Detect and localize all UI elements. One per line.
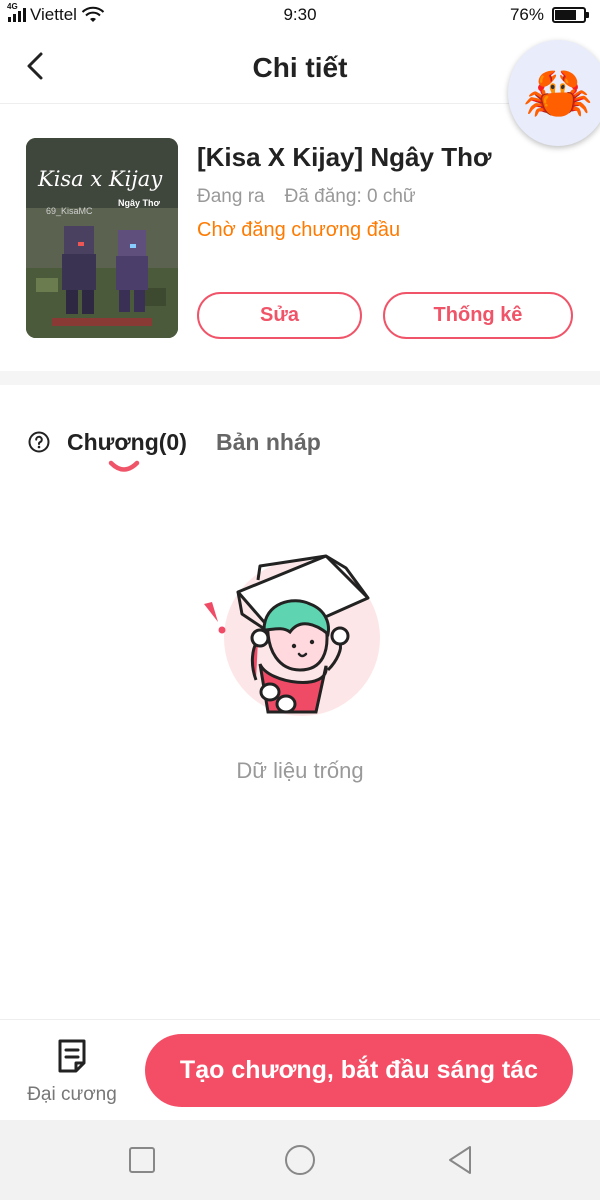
- system-navigation-bar: [0, 1120, 600, 1200]
- crab-icon[interactable]: 🦀: [508, 40, 600, 146]
- outline-button[interactable]: Đại cương: [20, 1038, 124, 1112]
- battery-icon: [552, 7, 589, 23]
- cover-art: Kisa x Kijay Ngây Thơ 69_KisaMC: [26, 138, 178, 338]
- outline-label: Đại cương: [27, 1084, 117, 1105]
- create-chapter-button[interactable]: Tạo chương, bắt đầu sáng tác: [145, 1034, 573, 1107]
- home-icon[interactable]: [282, 1142, 318, 1178]
- battery-percent: 76%: [509, 5, 544, 24]
- cover-tag: 69_KisaMC: [46, 206, 93, 216]
- battery-level: [555, 10, 577, 20]
- cover-title: Kisa x Kijay: [37, 167, 163, 191]
- active-tab-indicator: [108, 460, 140, 472]
- book-word-count: Đã đăng: 0 chữ: [284, 186, 416, 207]
- help-icon[interactable]: [28, 431, 50, 453]
- tab-chapters[interactable]: Chương(0): [67, 429, 187, 456]
- section-divider: [0, 371, 600, 385]
- waiting-status: Chờ đăng chương đầu: [197, 219, 401, 241]
- book-cover[interactable]: Kisa x Kijay Ngây Thơ 69_KisaMC: [26, 138, 178, 338]
- book-status: Đang ra: [197, 186, 265, 207]
- bottom-bar: Đại cương Tạo chương, bắt đầu sáng tác: [0, 1019, 600, 1120]
- status-right: 76%: [509, 5, 589, 25]
- stats-button[interactable]: Thống kê: [383, 292, 573, 339]
- status-bar: 4G Viettel 9:30 76%: [0, 0, 600, 32]
- empty-state-text: Dữ liệu trống: [236, 758, 364, 783]
- book-title: [Kisa X Kijay] Ngây Thơ: [197, 142, 492, 172]
- cover-subtitle: Ngây Thơ: [118, 198, 161, 208]
- empty-state-illustration: [204, 554, 380, 716]
- book-meta: Đang ra Đã đăng: 0 chữ: [197, 186, 416, 208]
- document-icon: [58, 1039, 86, 1073]
- avatar-emoji: 🦀: [523, 61, 593, 124]
- tab-drafts[interactable]: Bản nháp: [216, 429, 321, 456]
- back-triangle-icon[interactable]: [442, 1142, 478, 1178]
- edit-button[interactable]: Sửa: [197, 292, 362, 339]
- recent-apps-icon[interactable]: [124, 1142, 160, 1178]
